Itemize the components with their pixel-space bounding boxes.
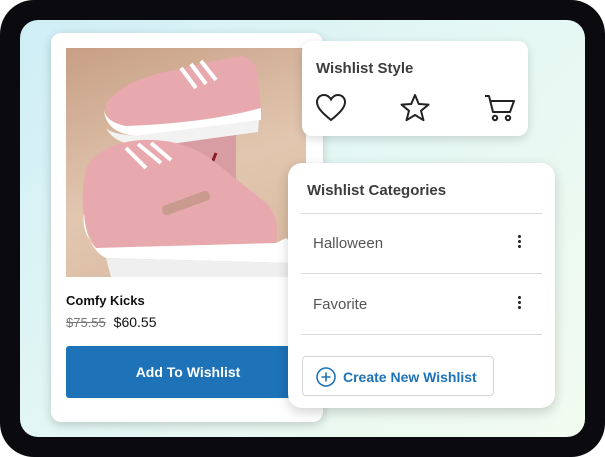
wishlist-style-title: Wishlist Style [316, 60, 414, 77]
category-item-favorite[interactable]: Favorite [301, 276, 542, 334]
product-image [66, 48, 306, 277]
screen: Comfy Kicks $75.55 $60.55 Add To Wishlis… [20, 20, 585, 437]
sale-price: $60.55 [113, 314, 157, 330]
product-card: Comfy Kicks $75.55 $60.55 Add To Wishlis… [51, 33, 323, 422]
category-label: Halloween [313, 235, 384, 252]
cart-icon[interactable] [484, 93, 516, 123]
category-label: Favorite [313, 296, 368, 313]
add-to-wishlist-button[interactable]: Add To Wishlist [66, 346, 310, 398]
divider [301, 273, 542, 274]
divider [301, 213, 542, 214]
create-new-wishlist-button[interactable]: Create New Wishlist [302, 356, 494, 396]
price-row: $75.55 $60.55 [66, 314, 156, 330]
create-new-wishlist-label: Create New Wishlist [343, 369, 477, 385]
divider [301, 334, 542, 335]
wishlist-categories-title: Wishlist Categories [307, 182, 447, 199]
star-icon[interactable] [399, 93, 431, 123]
device-frame: Comfy Kicks $75.55 $60.55 Add To Wishlis… [0, 0, 605, 457]
product-name: Comfy Kicks [66, 293, 145, 308]
original-price: $75.55 [66, 315, 106, 330]
kebab-menu-icon[interactable] [516, 235, 522, 253]
kebab-menu-icon[interactable] [516, 296, 522, 314]
heart-icon[interactable] [315, 93, 347, 123]
category-item-halloween[interactable]: Halloween [301, 215, 542, 273]
sneakers-illustration [82, 56, 294, 277]
plus-circle-icon [316, 367, 336, 387]
wishlist-style-card: Wishlist Style [302, 41, 528, 136]
wishlist-categories-card: Wishlist Categories Halloween Favorite C… [288, 163, 555, 408]
